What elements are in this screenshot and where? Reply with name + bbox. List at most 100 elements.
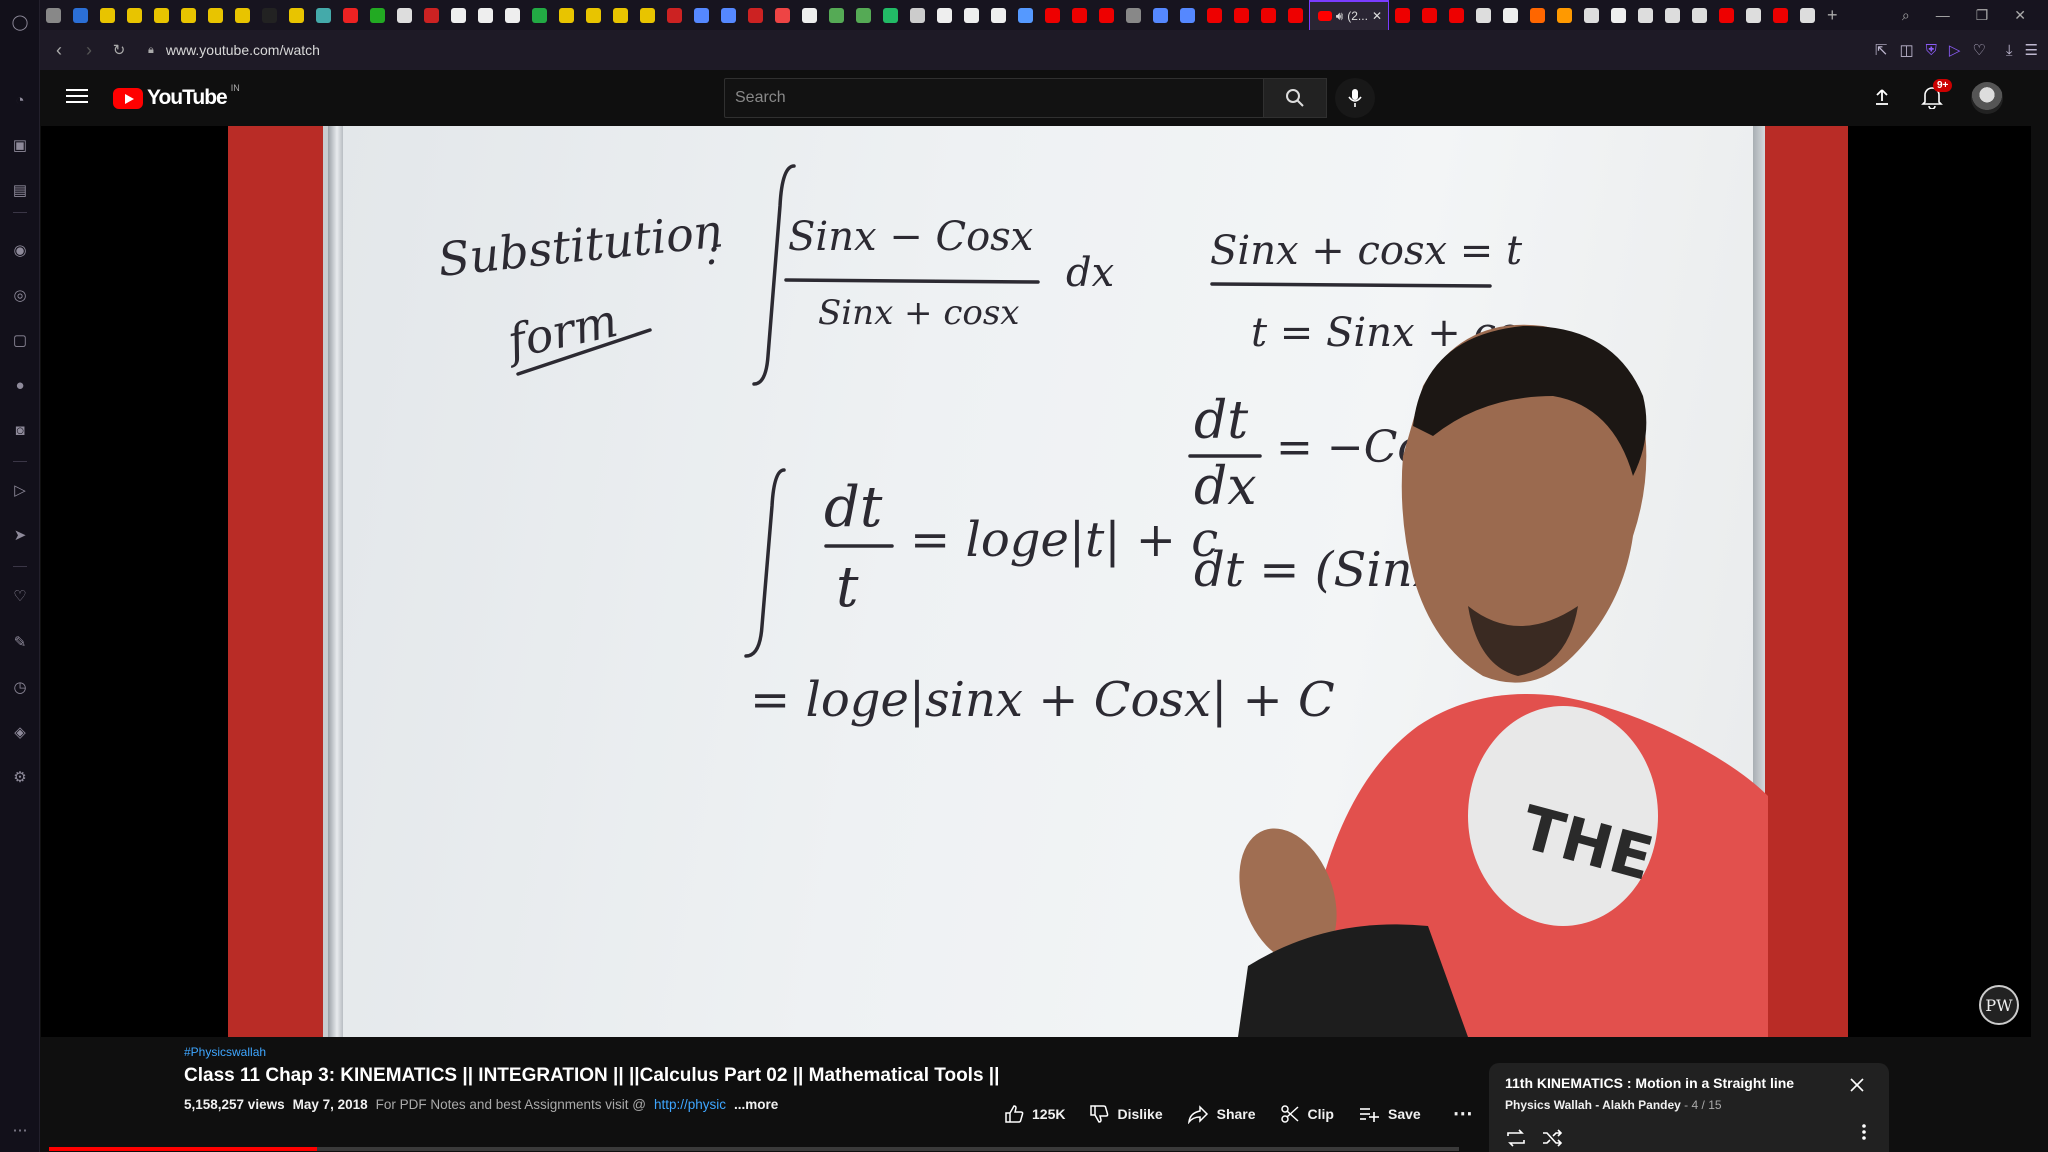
browser-tab[interactable]: [1524, 0, 1551, 30]
browser-tab[interactable]: [283, 0, 310, 30]
browser-tab[interactable]: [499, 0, 526, 30]
browser-tab[interactable]: [1794, 0, 1821, 30]
browser-tab[interactable]: [1201, 0, 1228, 30]
channel-watermark[interactable]: PW: [1979, 985, 2019, 1025]
shuffle-icon[interactable]: [1541, 1128, 1563, 1148]
browser-tab[interactable]: [526, 0, 553, 30]
search-input[interactable]: Search: [724, 78, 1264, 118]
browser-tab[interactable]: [1713, 0, 1740, 30]
player-icon[interactable]: ▷: [8, 478, 32, 502]
video-progress-bar[interactable]: [49, 1147, 1459, 1151]
playlist-owner[interactable]: Physics Wallah - Alakh Pandey: [1505, 1098, 1681, 1112]
hamburger-menu-icon[interactable]: [66, 86, 88, 108]
back-icon[interactable]: ‹: [44, 35, 74, 65]
share-page-icon[interactable]: ⇱: [1875, 41, 1888, 59]
reload-icon[interactable]: ↻: [104, 35, 134, 65]
history-icon[interactable]: ◷: [8, 675, 32, 699]
share-button[interactable]: Share: [1187, 1104, 1256, 1124]
browser-tab[interactable]: [1443, 0, 1470, 30]
active-tab[interactable]: 🔊︎ (2... ✕: [1309, 0, 1389, 30]
forward-icon[interactable]: ›: [74, 35, 104, 65]
browser-tab[interactable]: [850, 0, 877, 30]
browser-tab[interactable]: [1012, 0, 1039, 30]
discord-icon[interactable]: ◙: [8, 418, 32, 442]
browser-tab[interactable]: [445, 0, 472, 30]
browser-tab[interactable]: [202, 0, 229, 30]
browser-tab[interactable]: [1389, 0, 1416, 30]
browser-tab[interactable]: [1147, 0, 1174, 30]
restore-icon[interactable]: ❐: [1976, 7, 1989, 24]
hashtag-link[interactable]: #Physicswallah: [184, 1045, 1484, 1059]
browser-tab[interactable]: [1416, 0, 1443, 30]
browser-tab[interactable]: [418, 0, 445, 30]
vpn-icon[interactable]: ⛨: [1926, 42, 1937, 59]
browser-tab[interactable]: [94, 0, 121, 30]
browser-tab[interactable]: [1767, 0, 1794, 30]
browser-tab[interactable]: [1470, 0, 1497, 30]
opera-logo-icon[interactable]: ◯: [8, 10, 32, 34]
browser-tab[interactable]: [391, 0, 418, 30]
minimize-icon[interactable]: —: [1936, 7, 1950, 23]
browser-tab[interactable]: [1174, 0, 1201, 30]
browser-tab[interactable]: [931, 0, 958, 30]
browser-tab[interactable]: [742, 0, 769, 30]
heart-icon[interactable]: ♡: [8, 584, 32, 608]
twitch-icon[interactable]: ▤: [8, 178, 32, 202]
browser-tab[interactable]: [904, 0, 931, 30]
browser-tab[interactable]: [1632, 0, 1659, 30]
browser-tab[interactable]: [67, 0, 94, 30]
browser-tab[interactable]: [1066, 0, 1093, 30]
browser-tab[interactable]: [364, 0, 391, 30]
upload-icon[interactable]: [1872, 87, 1892, 112]
close-window-icon[interactable]: ✕: [2014, 7, 2026, 24]
browser-tab[interactable]: [688, 0, 715, 30]
playlist-panel[interactable]: 11th KINEMATICS : Motion in a Straight l…: [1489, 1063, 1889, 1152]
tab-search-icon[interactable]: ⌕: [1902, 7, 1910, 24]
more-button[interactable]: ...more: [734, 1097, 778, 1112]
speed-dial-icon[interactable]: ◔: [8, 88, 32, 112]
close-playlist-icon[interactable]: [1849, 1077, 1865, 1098]
browser-tab[interactable]: [1686, 0, 1713, 30]
snapshot-icon[interactable]: ◫: [1899, 41, 1913, 59]
messenger-icon[interactable]: ◉: [8, 238, 32, 262]
browser-tab[interactable]: [985, 0, 1012, 30]
browser-tab[interactable]: [823, 0, 850, 30]
browser-tab[interactable]: [1497, 0, 1524, 30]
video-frame[interactable]: Substitution form : Sinx − Cosx Sinx + c…: [228, 126, 1848, 1037]
downloads-icon[interactable]: ⤓: [2006, 42, 2013, 59]
close-tab-icon[interactable]: ✕: [1372, 9, 1388, 23]
voice-search-button[interactable]: [1335, 78, 1375, 118]
instagram-icon[interactable]: ▢: [8, 328, 32, 352]
browser-tab[interactable]: [634, 0, 661, 30]
box-icon[interactable]: ◈: [8, 720, 32, 744]
browser-tab[interactable]: [1740, 0, 1767, 30]
browser-tab[interactable]: [796, 0, 823, 30]
browser-tab[interactable]: [1605, 0, 1632, 30]
workspaces-icon[interactable]: ▣: [8, 133, 32, 157]
browser-tab[interactable]: [1120, 0, 1147, 30]
browser-tab[interactable]: [1551, 0, 1578, 30]
notifications-button[interactable]: 9+: [1921, 79, 1953, 111]
browser-tab[interactable]: [1659, 0, 1686, 30]
dislike-button[interactable]: Dislike: [1089, 1104, 1163, 1124]
audio-playing-icon[interactable]: 🔊︎: [1336, 9, 1344, 24]
browser-tab[interactable]: [607, 0, 634, 30]
browser-tab[interactable]: [175, 0, 202, 30]
send-icon[interactable]: ➤: [8, 523, 32, 547]
browser-tab[interactable]: [1282, 0, 1309, 30]
settings-icon[interactable]: ⚙: [8, 765, 32, 789]
description-link[interactable]: http://physic: [654, 1097, 726, 1112]
edit-icon[interactable]: ✎: [8, 630, 32, 654]
whatsapp-icon[interactable]: ◎: [8, 283, 32, 307]
browser-tab[interactable]: [121, 0, 148, 30]
youtube-logo[interactable]: YouTube IN: [113, 83, 240, 110]
browser-tab[interactable]: [337, 0, 364, 30]
browser-tab[interactable]: [661, 0, 688, 30]
browser-tab[interactable]: [310, 0, 337, 30]
browser-tab[interactable]: [148, 0, 175, 30]
url-field[interactable]: 🔒︎ www.youtube.com/watch: [148, 42, 320, 58]
browser-tab[interactable]: [472, 0, 499, 30]
loop-icon[interactable]: [1505, 1128, 1527, 1148]
playlist-title[interactable]: 11th KINEMATICS : Motion in a Straight l…: [1505, 1075, 1873, 1091]
browser-tab[interactable]: [877, 0, 904, 30]
